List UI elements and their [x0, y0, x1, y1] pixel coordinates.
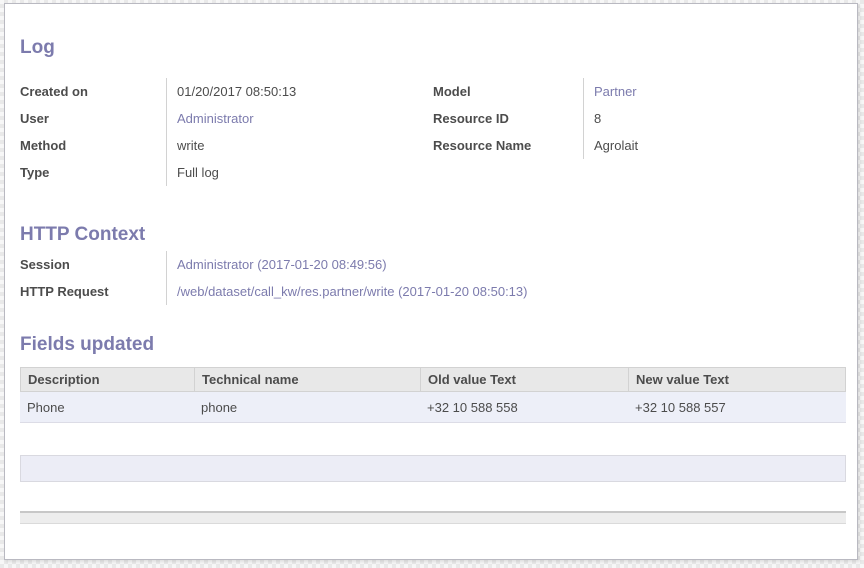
cell-new-value: +32 10 588 557 — [628, 392, 846, 422]
log-fields-right-column: Model Partner Resource ID 8 Resource Nam… — [433, 78, 847, 159]
field-row-user: User Administrator — [20, 105, 425, 132]
field-label-http-request: HTTP Request — [20, 284, 166, 299]
field-label-session: Session — [20, 257, 166, 272]
cell-old-value: +32 10 588 558 — [420, 392, 628, 422]
field-value-created-on: 01/20/2017 08:50:13 — [166, 78, 425, 105]
column-header-technical-name[interactable]: Technical name — [195, 368, 421, 391]
field-label-model: Model — [433, 84, 583, 99]
field-value-resource-name: Agrolait — [583, 132, 847, 159]
http-context-fields: Session Administrator (2017-01-20 08:49:… — [20, 251, 640, 305]
field-label-resource-id: Resource ID — [433, 111, 583, 126]
table-header-row: Description Technical name Old value Tex… — [20, 367, 846, 392]
log-fields-left-column: Created on 01/20/2017 08:50:13 User Admi… — [20, 78, 425, 186]
field-value-resource-id: 8 — [583, 105, 847, 132]
column-header-old-value[interactable]: Old value Text — [421, 368, 629, 391]
log-form-card: Log Created on 01/20/2017 08:50:13 User … — [4, 3, 858, 560]
field-row-resource-id: Resource ID 8 — [433, 105, 847, 132]
field-row-http-request: HTTP Request /web/dataset/call_kw/res.pa… — [20, 278, 640, 305]
field-label-user: User — [20, 111, 166, 126]
field-label-method: Method — [20, 138, 166, 153]
horizontal-scrollbar[interactable] — [20, 511, 846, 524]
field-label-type: Type — [20, 165, 166, 180]
page-background: { "colors": { "accent_purple": "#7c7bad"… — [0, 0, 864, 568]
model-link[interactable]: Partner — [583, 78, 847, 105]
section-title-log: Log — [20, 37, 55, 58]
field-row-type: Type Full log — [20, 159, 425, 186]
table-row[interactable]: Phone phone +32 10 588 558 +32 10 588 55… — [20, 392, 846, 423]
fields-updated-table: Description Technical name Old value Tex… — [20, 367, 846, 423]
field-label-resource-name: Resource Name — [433, 138, 583, 153]
field-row-created-on: Created on 01/20/2017 08:50:13 — [20, 78, 425, 105]
field-row-method: Method write — [20, 132, 425, 159]
field-value-type: Full log — [166, 159, 425, 186]
section-title-fields-updated: Fields updated — [20, 334, 154, 355]
field-row-resource-name: Resource Name Agrolait — [433, 132, 847, 159]
empty-row-filler — [20, 455, 846, 482]
column-header-description[interactable]: Description — [21, 368, 195, 391]
http-request-link[interactable]: /web/dataset/call_kw/res.partner/write (… — [166, 278, 640, 305]
field-label-created-on: Created on — [20, 84, 166, 99]
cell-description: Phone — [20, 392, 194, 422]
cell-technical-name: phone — [194, 392, 420, 422]
field-row-session: Session Administrator (2017-01-20 08:49:… — [20, 251, 640, 278]
session-link[interactable]: Administrator (2017-01-20 08:49:56) — [166, 251, 640, 278]
section-title-http-context: HTTP Context — [20, 224, 145, 245]
field-value-method: write — [166, 132, 425, 159]
column-header-new-value[interactable]: New value Text — [629, 368, 847, 391]
user-link[interactable]: Administrator — [166, 105, 425, 132]
field-row-model: Model Partner — [433, 78, 847, 105]
